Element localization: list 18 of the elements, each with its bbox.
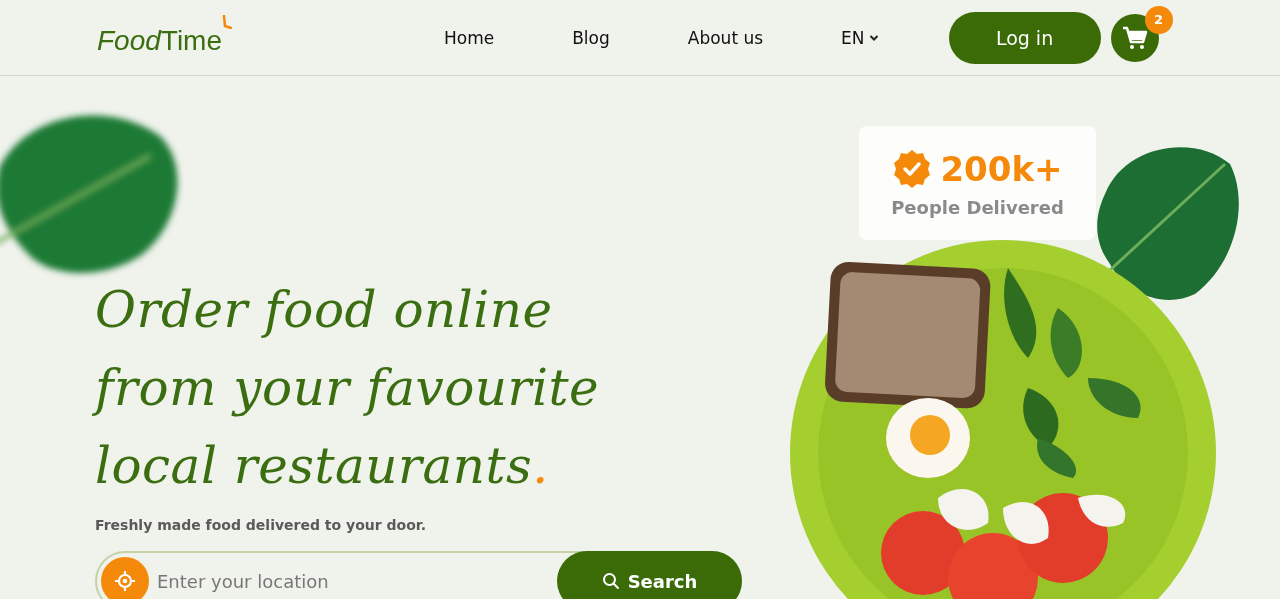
chevron-down-icon [868,33,879,42]
location-search-field[interactable]: Enter your location Search [95,551,742,599]
nav-link[interactable]: About us [687,27,764,48]
logo-accent-icon [222,14,232,29]
language-selector[interactable]: EN [841,27,879,48]
search-button[interactable]: Search [557,551,742,599]
subtitle: Freshly made food delivered to your door. [95,517,427,533]
search-icon [601,572,620,590]
cart-icon [1121,25,1148,50]
verified-badge-icon [892,148,933,189]
location-target-icon [101,557,149,599]
nav-link[interactable]: Home [444,27,495,48]
login-button[interactable]: Log in [948,11,1101,64]
nav-link[interactable]: Blog [572,27,610,48]
stat-value: 200k+ [940,148,1063,189]
stat-label: People Delivered [891,196,1064,218]
logo[interactable]: FoodTime [97,24,222,57]
cart-count-badge: 2 [1144,5,1173,34]
